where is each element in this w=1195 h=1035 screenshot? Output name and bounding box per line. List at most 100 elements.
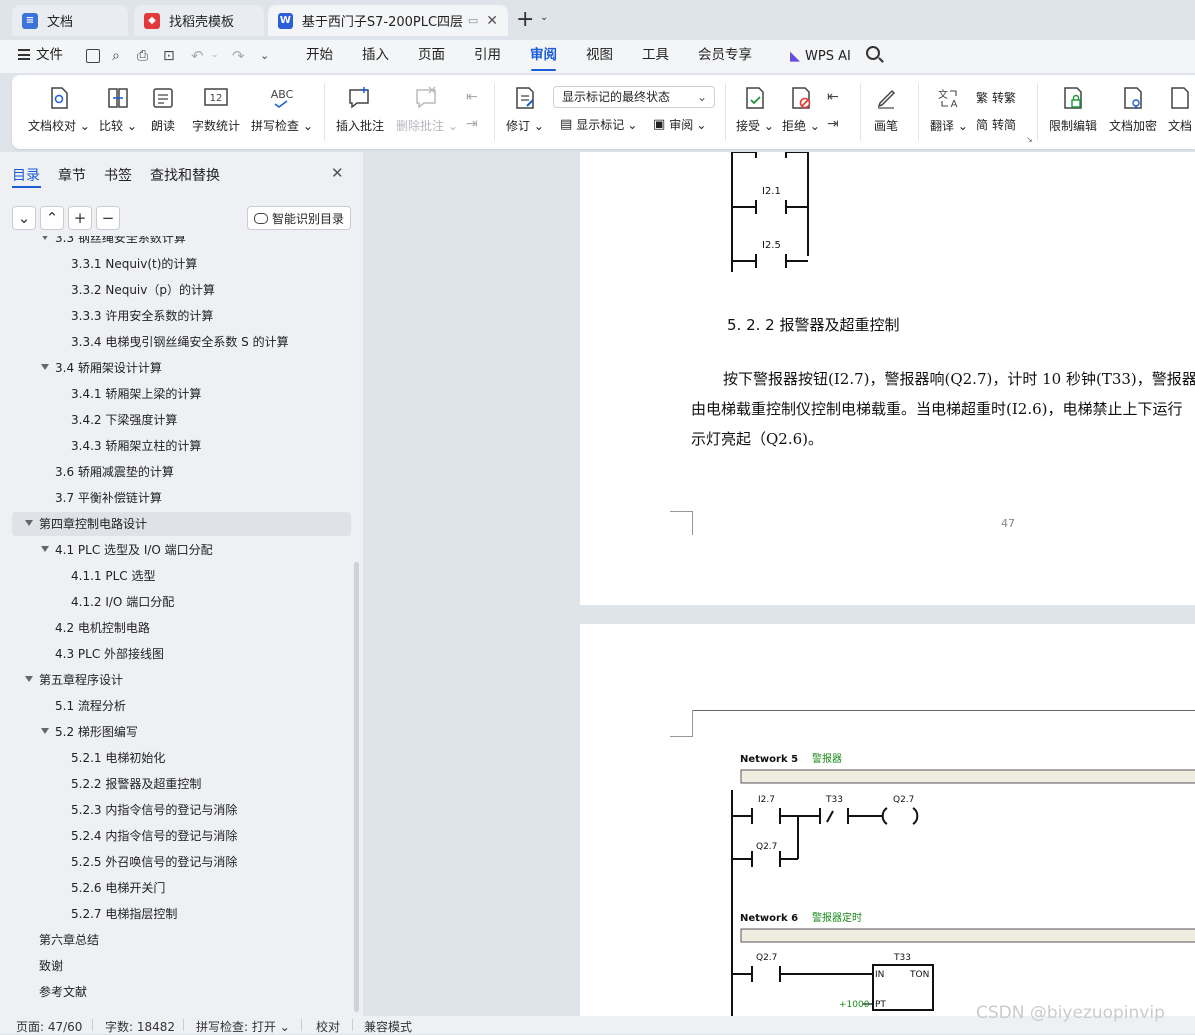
expand-all-button[interactable]: ⌄ bbox=[12, 206, 36, 230]
toc-item[interactable]: 第六章总结 bbox=[0, 928, 350, 952]
collapse-all-button[interactable]: ⌃ bbox=[40, 206, 64, 230]
toc-item[interactable]: 4.3 PLC 外部接线图 bbox=[0, 642, 350, 666]
toc-item[interactable]: 3.4.3 轿厢架立柱的计算 bbox=[0, 434, 350, 458]
search-icon[interactable] bbox=[866, 46, 884, 63]
menu-file[interactable]: 文件 bbox=[36, 40, 63, 73]
menu-page[interactable]: 页面 bbox=[418, 40, 445, 73]
toc-item[interactable]: 5.2.1 电梯初始化 bbox=[0, 746, 350, 770]
tab-docer[interactable]: ◆ 找稻壳模板 bbox=[134, 5, 264, 36]
toc-item[interactable]: 4.2 电机控制电路 bbox=[0, 616, 350, 640]
menu-review[interactable]: 审阅 bbox=[530, 40, 557, 73]
toc-item[interactable]: 5.2.2 报警器及超重控制 bbox=[0, 772, 350, 796]
show-markup-button[interactable]: ▤ 显示标记 ⌄ bbox=[560, 116, 637, 133]
to-traditional-button[interactable]: 繁 转繁 bbox=[976, 89, 1016, 106]
next-comment-icon[interactable]: ⇥ bbox=[466, 116, 478, 132]
toc-item[interactable]: 3.4.2 下梁强度计算 bbox=[0, 408, 350, 432]
translate-button[interactable]: 文A 翻译 ⌄ bbox=[930, 85, 968, 134]
display-state-select[interactable]: 显示标记的最终状态 ⌄ bbox=[553, 86, 715, 108]
next-change-icon[interactable]: ⇥ bbox=[827, 116, 839, 132]
delete-comment-button[interactable]: 删除批注 ⌄ bbox=[396, 85, 458, 134]
redo-icon[interactable]: ↷ bbox=[232, 47, 245, 65]
doc-check-button[interactable]: 文档校对 ⌄ bbox=[28, 85, 90, 134]
undo-icon[interactable]: ↶ bbox=[191, 47, 204, 65]
save-icon[interactable] bbox=[86, 49, 100, 63]
page-indicator[interactable]: 页面: 47/60 bbox=[16, 1018, 82, 1035]
toc-item[interactable]: 3.4 轿厢架设计计算 bbox=[0, 356, 350, 380]
expand-triangle-icon[interactable] bbox=[41, 364, 49, 370]
dialog-launcher-icon[interactable]: ↘ bbox=[1026, 135, 1033, 144]
toc-item[interactable]: 4.1.1 PLC 选型 bbox=[0, 564, 350, 588]
toc-item[interactable]: 4.1.2 I/O 端口分配 bbox=[0, 590, 350, 614]
insert-comment-button[interactable]: 插入批注 bbox=[336, 85, 384, 134]
toc-item[interactable]: 3.7 平衡补偿链计算 bbox=[0, 486, 350, 510]
spell-check-indicator[interactable]: 拼写检查: 打开 ⌄ bbox=[196, 1018, 290, 1035]
panel-tab-find-replace[interactable]: 查找和替换 bbox=[150, 165, 220, 185]
hamburger-icon[interactable] bbox=[18, 49, 30, 60]
accept-button[interactable]: 接受 ⌄ bbox=[736, 85, 774, 134]
restrict-edit-button[interactable]: 限制编辑 bbox=[1049, 85, 1097, 134]
menu-view[interactable]: 视图 bbox=[586, 40, 613, 73]
toc-item[interactable]: 3.3.1 Nequiv(t)的计算 bbox=[0, 252, 350, 276]
export-icon[interactable]: ⌕ bbox=[112, 48, 120, 64]
doc-permission-button[interactable]: 文档 bbox=[1168, 85, 1192, 134]
pen-button[interactable]: 画笔 bbox=[874, 85, 898, 134]
toc-item[interactable]: 3.3.2 Nequiv（p）的计算 bbox=[0, 278, 350, 302]
toc-item[interactable]: 5.2.4 内指令信号的登记与消除 bbox=[0, 824, 350, 848]
expand-triangle-icon[interactable] bbox=[25, 520, 33, 526]
tab-docs[interactable]: ≡ 文档 bbox=[12, 5, 128, 36]
toc-item[interactable]: 参考文献 bbox=[0, 980, 350, 1004]
toc-item[interactable]: 3.3.3 许用安全系数的计算 bbox=[0, 304, 350, 328]
close-panel-icon[interactable]: ✕ bbox=[331, 164, 344, 182]
menu-member[interactable]: 会员专享 bbox=[698, 40, 752, 73]
expand-triangle-icon[interactable] bbox=[41, 728, 49, 734]
promote-heading-button[interactable]: + bbox=[68, 206, 92, 230]
proofread-indicator[interactable]: 校对 bbox=[316, 1018, 340, 1035]
review-pane-button[interactable]: ▣ 审阅 ⌄ bbox=[653, 116, 706, 133]
demote-heading-button[interactable]: − bbox=[96, 206, 120, 230]
tab-list-chevron-icon[interactable]: ⌄ bbox=[540, 12, 548, 23]
new-tab-icon[interactable]: + bbox=[516, 9, 534, 31]
to-simplified-button[interactable]: 简 转简 bbox=[976, 116, 1016, 133]
toc-item[interactable]: 致谢 bbox=[0, 954, 350, 978]
compare-button[interactable]: 比较 ⌄ bbox=[99, 85, 137, 134]
toc-item[interactable]: 5.2.7 电梯指层控制 bbox=[0, 902, 350, 926]
smart-toc-button[interactable]: 智能识别目录 bbox=[247, 206, 351, 230]
panel-tab-chapter[interactable]: 章节 bbox=[58, 165, 86, 185]
more-chevron-icon[interactable]: ⌄ bbox=[260, 49, 269, 62]
revise-button[interactable]: 修订 ⌄ bbox=[506, 85, 544, 134]
word-count-indicator[interactable]: 字数: 18482 bbox=[105, 1018, 175, 1035]
menu-start[interactable]: 开始 bbox=[306, 40, 333, 73]
spell-check-button[interactable]: ABC 拼写检查 ⌄ bbox=[251, 85, 313, 134]
toc-item[interactable]: 3.3 钢丝绳安全系数计算 bbox=[0, 236, 350, 250]
expand-triangle-icon[interactable] bbox=[41, 546, 49, 552]
toc-item[interactable]: 5.2 梯形图编写 bbox=[0, 720, 350, 744]
reject-button[interactable]: 拒绝 ⌄ bbox=[782, 85, 820, 134]
prev-change-icon[interactable]: ⇤ bbox=[827, 89, 839, 105]
toc-item[interactable]: 第四章控制电路设计 bbox=[12, 512, 351, 536]
toc-item[interactable]: 4.1 PLC 选型及 I/O 端口分配 bbox=[0, 538, 350, 562]
panel-tab-bookmark[interactable]: 书签 bbox=[104, 165, 132, 185]
encrypt-button[interactable]: 文档加密 bbox=[1109, 85, 1157, 134]
panel-tab-toc[interactable]: 目录 bbox=[12, 165, 40, 185]
expand-triangle-icon[interactable] bbox=[25, 676, 33, 682]
menu-tools[interactable]: 工具 bbox=[642, 40, 669, 73]
toc-item[interactable]: 第五章程序设计 bbox=[0, 668, 350, 692]
panel-scrollbar[interactable] bbox=[354, 562, 359, 1012]
toc-item[interactable]: 5.2.5 外召唤信号的登记与消除 bbox=[0, 850, 350, 874]
toc-item[interactable]: 5.2.3 内指令信号的登记与消除 bbox=[0, 798, 350, 822]
document-area[interactable]: I2.1 I2.5 5. 2. 2 报警器及超重控制 按下警报器按钮(I2.7)… bbox=[363, 152, 1195, 1016]
toc-item[interactable]: 5.2.6 电梯开关门 bbox=[0, 876, 350, 900]
menu-reference[interactable]: 引用 bbox=[474, 40, 501, 73]
toc-item[interactable]: 3.4.1 轿厢架上梁的计算 bbox=[0, 382, 350, 406]
toc-item[interactable]: 3.3.4 电梯曳引钢丝绳安全系数 S 的计算 bbox=[0, 330, 350, 354]
monitor-icon[interactable]: ▭ bbox=[468, 14, 478, 27]
close-tab-icon[interactable]: ✕ bbox=[486, 13, 498, 29]
toc-item[interactable]: 5.1 流程分析 bbox=[0, 694, 350, 718]
undo-chevron-icon[interactable]: ⌄ bbox=[211, 50, 219, 60]
read-aloud-button[interactable]: 朗读 bbox=[151, 85, 175, 134]
word-count-button[interactable]: 12 字数统计 bbox=[192, 85, 240, 134]
wps-ai-button[interactable]: ◣ WPS AI bbox=[790, 40, 851, 73]
toc-item[interactable]: 3.6 轿厢减震垫的计算 bbox=[0, 460, 350, 484]
prev-comment-icon[interactable]: ⇤ bbox=[466, 89, 478, 105]
menu-insert[interactable]: 插入 bbox=[362, 40, 389, 73]
